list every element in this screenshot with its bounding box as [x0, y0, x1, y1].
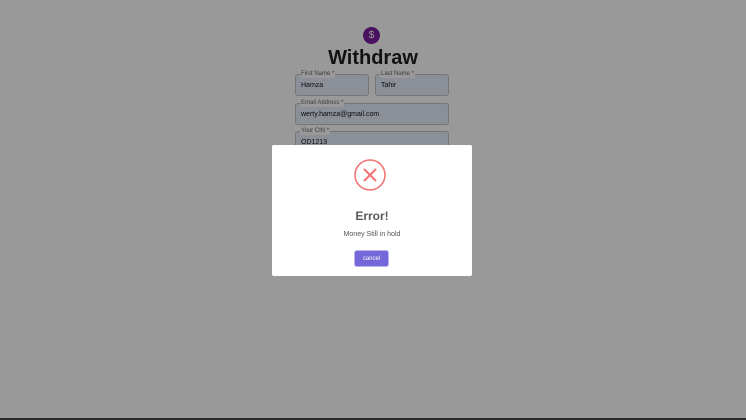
error-x-icon — [354, 159, 386, 191]
cancel-button[interactable]: cancel — [355, 251, 388, 266]
error-dialog: Error! Money Still in hold cancel — [272, 145, 472, 276]
dialog-title: Error! — [355, 209, 389, 223]
dialog-message: Money Still in hold — [343, 231, 401, 238]
